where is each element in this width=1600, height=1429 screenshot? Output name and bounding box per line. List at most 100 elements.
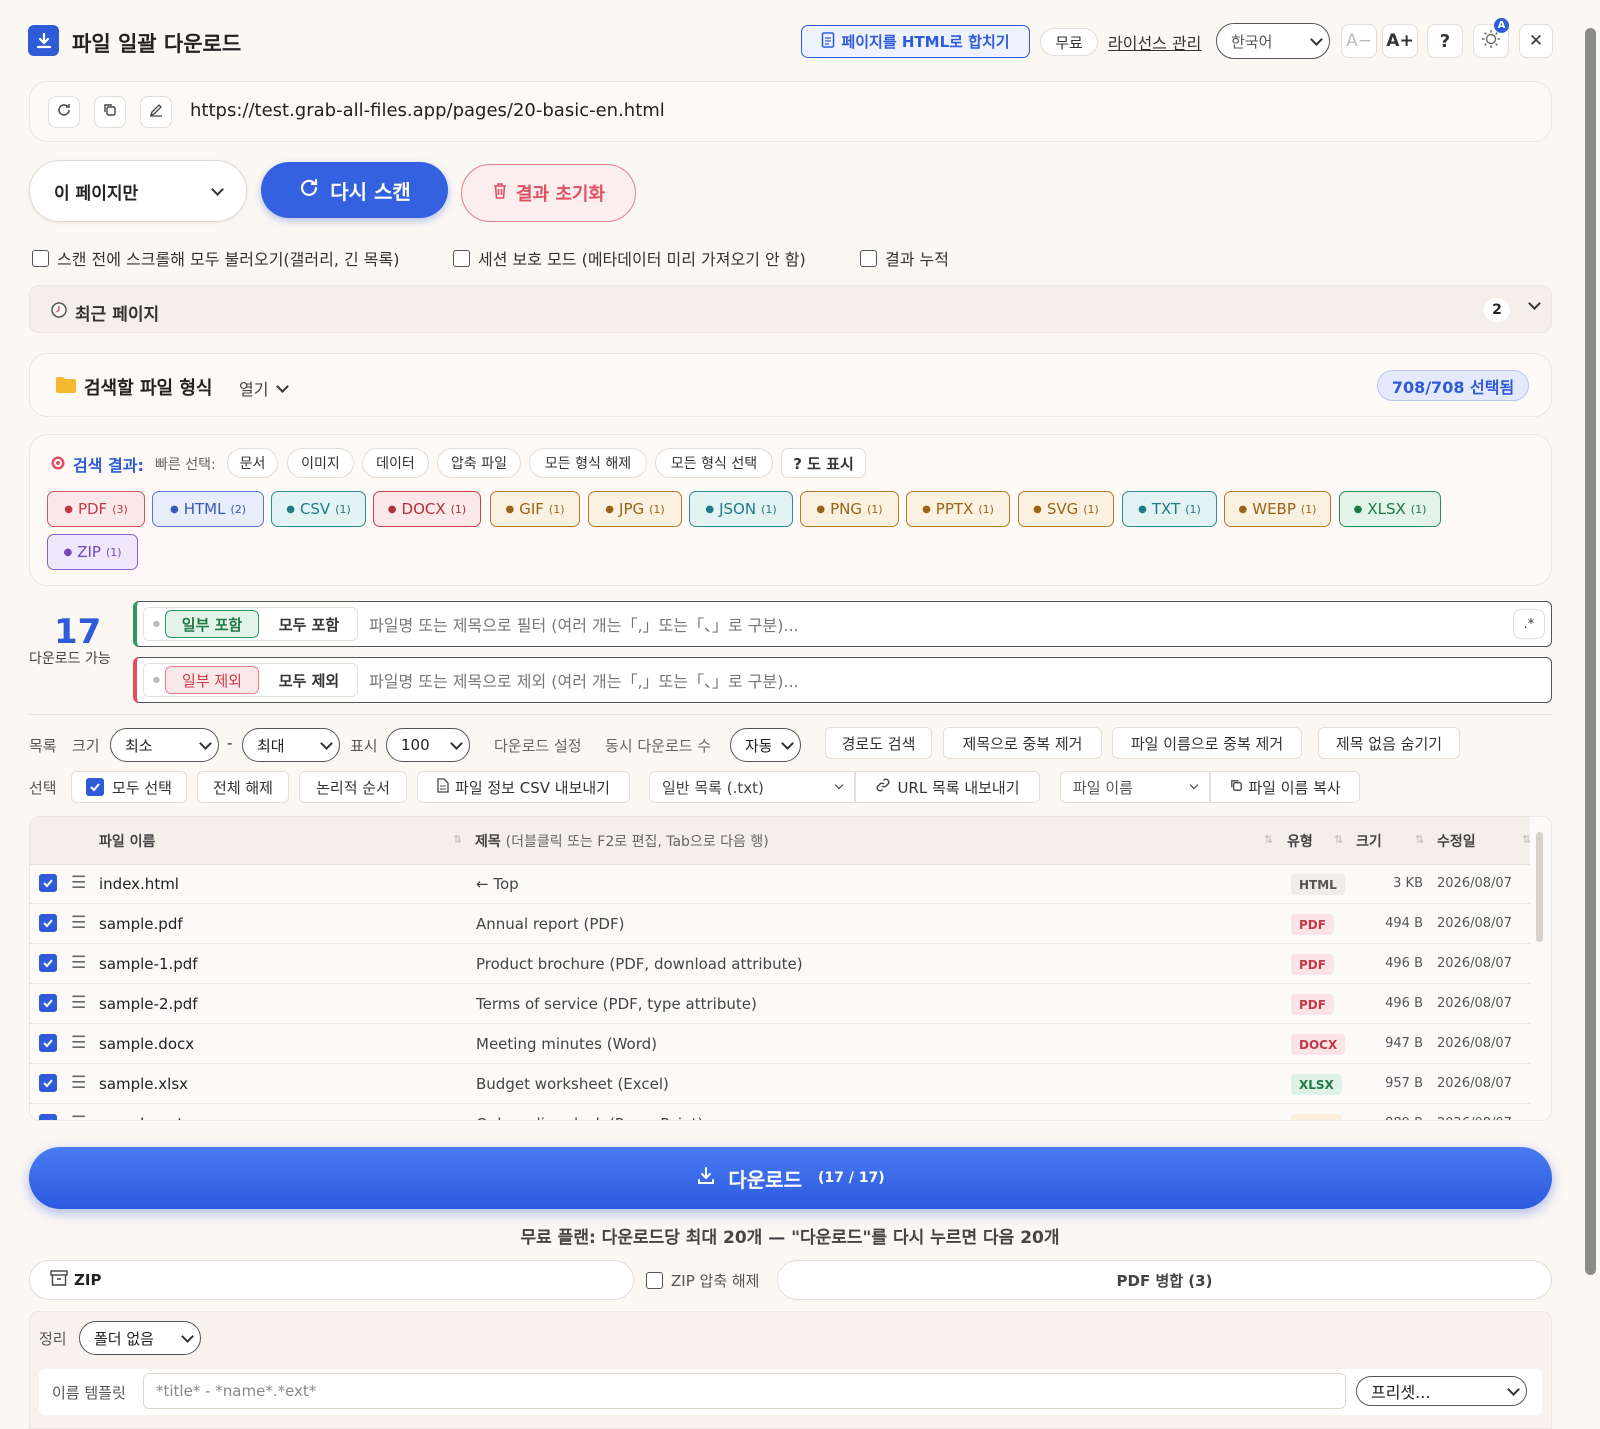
type-tag-pdf[interactable]: ● PDF (3) — [47, 491, 145, 527]
col-modified[interactable]: 수정일 — [1437, 831, 1476, 851]
checkbox[interactable] — [32, 249, 49, 267]
help-button[interactable]: ? — [1427, 24, 1463, 58]
type-tag-gif[interactable]: ● GIF (1) — [490, 491, 580, 527]
drag-handle-icon[interactable]: ☰ — [71, 1113, 86, 1120]
regex-toggle-button[interactable]: .* — [1513, 609, 1545, 639]
table-row[interactable]: ☰ sample.xlsx Budget worksheet (Excel) XLSX… — [30, 1064, 1530, 1104]
sort-icon[interactable]: ⇅ — [1264, 833, 1273, 846]
rescan-button[interactable]: 다시 스캔 — [261, 162, 448, 218]
min-size-select[interactable]: 최소 — [110, 728, 219, 762]
checkbox[interactable] — [646, 1272, 663, 1289]
quick-archives[interactable]: 압축 파일 — [437, 448, 521, 478]
table-row[interactable]: ☰ sample-2.pdf Terms of service (PDF, type… — [30, 984, 1530, 1024]
type-tag-png[interactable]: ● PNG (1) — [800, 491, 899, 527]
file-title[interactable]: Budget worksheet (Excel) — [476, 1075, 669, 1093]
col-title[interactable]: 제목 (더블클릭 또는 F2로 편집, Tab으로 다음 행) — [475, 831, 769, 851]
file-title[interactable]: Annual report (PDF) — [476, 915, 624, 933]
show-count-select[interactable]: 100 — [386, 728, 470, 762]
session-protect-option[interactable]: 세션 보호 모드 (메타데이터 미리 가져오기 안 함) — [453, 246, 806, 270]
table-row[interactable]: ☰ sample.pptx Onboarding deck (PowerPoint)… — [30, 1104, 1530, 1120]
file-title[interactable]: Onboarding deck (PowerPoint) — [476, 1115, 703, 1120]
type-tag-json[interactable]: ● JSON (1) — [689, 491, 793, 527]
row-checkbox[interactable] — [39, 994, 57, 1012]
quick-data[interactable]: 데이터 — [362, 448, 429, 478]
url-export-button[interactable]: URL 목록 내보내기 — [855, 771, 1040, 803]
checkbox[interactable] — [453, 249, 470, 267]
table-row[interactable]: ☰ sample.pdf Annual report (PDF) PDF 494 B 20… — [30, 904, 1530, 944]
col-filename[interactable]: 파일 이름 — [99, 831, 155, 851]
language-select[interactable]: 한국어 — [1216, 23, 1330, 59]
edit-url-button[interactable] — [140, 96, 172, 128]
concurrent-select[interactable]: 자동 — [730, 728, 801, 762]
reset-results-button[interactable]: 결과 초기화 — [461, 164, 636, 222]
merge-html-button[interactable]: 페이지를 HTML로 합치기 — [801, 25, 1030, 58]
zip-button[interactable]: ZIP — [29, 1260, 634, 1300]
col-size[interactable]: 크기 — [1356, 831, 1382, 851]
drag-handle-icon[interactable]: ☰ — [71, 953, 86, 973]
template-input[interactable]: *title* - *name*.*ext* — [143, 1373, 1346, 1409]
row-checkbox[interactable] — [39, 954, 57, 972]
chevron-down-icon[interactable] — [1528, 297, 1541, 310]
type-tag-docx[interactable]: ● DOCX (1) — [373, 491, 481, 527]
quick-documents[interactable]: 문서 — [227, 448, 278, 478]
scope-select[interactable]: 이 페이지만 — [29, 160, 247, 222]
recent-pages-bar[interactable] — [29, 285, 1552, 333]
checkbox[interactable] — [860, 249, 877, 267]
max-size-select[interactable]: 최대 — [242, 728, 340, 762]
sort-icon[interactable]: ⇅ — [1522, 833, 1531, 846]
row-checkbox[interactable] — [39, 1034, 57, 1052]
type-tag-pptx[interactable]: ● PPTX (1) — [906, 491, 1010, 527]
list-format-select[interactable]: 일반 목록 (.txt) — [649, 771, 855, 803]
logical-order-button[interactable]: 논리적 순서 — [299, 771, 407, 803]
row-checkbox[interactable] — [39, 1074, 57, 1092]
include-all-button[interactable]: 모두 포함 — [265, 610, 353, 638]
quick-show-unknown[interactable]: ? 도 표시 — [781, 448, 866, 478]
row-checkbox[interactable] — [39, 1114, 57, 1120]
row-checkbox[interactable] — [39, 914, 57, 932]
file-title[interactable]: ← Top — [476, 875, 519, 893]
type-tag-html[interactable]: ● HTML (2) — [152, 491, 264, 527]
type-tag-webp[interactable]: ● WEBP (1) — [1224, 491, 1331, 527]
file-title[interactable]: Product brochure (PDF, download attribut… — [476, 955, 803, 973]
csv-export-button[interactable]: 파일 정보 CSV 내보내기 — [417, 771, 630, 803]
exclude-filter-input[interactable]: 파일명 또는 제목으로 제외 (여러 개는「,」또는「、」로 구분)... — [369, 668, 1489, 692]
sort-icon[interactable]: ⇅ — [1334, 833, 1343, 846]
table-row[interactable]: ☰ index.html ← Top HTML 3 KB 2026/08/07 — [30, 864, 1530, 904]
col-type[interactable]: 유형 — [1287, 831, 1313, 851]
drag-handle-icon[interactable]: ☰ — [71, 993, 86, 1013]
copy-names-button[interactable]: 파일 이름 복사 — [1210, 771, 1360, 803]
exclude-partial-button[interactable]: 일부 제외 — [165, 666, 259, 694]
drag-handle-icon[interactable]: ☰ — [71, 1033, 86, 1053]
copy-url-button[interactable] — [94, 96, 126, 128]
hide-untitled-button[interactable]: 제목 없음 숨기기 — [1318, 727, 1460, 759]
pdf-merge-button[interactable]: PDF 병합 (3) — [777, 1260, 1552, 1300]
exclude-all-button[interactable]: 모두 제외 — [265, 666, 353, 694]
drag-handle-icon[interactable]: ☰ — [71, 873, 86, 893]
quick-deselect-all[interactable]: 모든 형식 해제 — [529, 448, 647, 478]
folder-select[interactable]: 폴더 없음 — [79, 1321, 201, 1355]
file-title[interactable]: Terms of service (PDF, type attribute) — [476, 995, 757, 1013]
type-tag-jpg[interactable]: ● JPG (1) — [588, 491, 682, 527]
include-partial-button[interactable]: 일부 포함 — [165, 610, 259, 638]
table-scrollbar[interactable] — [1536, 832, 1543, 942]
include-filter-input[interactable]: 파일명 또는 제목으로 필터 (여러 개는「,」또는「、」로 구분)... — [369, 612, 1489, 636]
deselect-all-button[interactable]: 전체 해제 — [197, 771, 289, 803]
sort-icon[interactable]: ⇅ — [1415, 833, 1424, 846]
copy-format-select[interactable]: 파일 이름 — [1060, 771, 1210, 803]
close-button[interactable]: ✕ — [1519, 24, 1553, 58]
url-text[interactable]: https://test.grab-all-files.app/pages/20… — [190, 100, 665, 121]
type-tag-svg[interactable]: ● SVG (1) — [1018, 491, 1114, 527]
type-tag-txt[interactable]: ● TXT (1) — [1122, 491, 1217, 527]
file-types-toggle[interactable]: 열기 — [239, 376, 290, 400]
license-link[interactable]: 라이선스 관리 — [1108, 30, 1201, 54]
drag-handle-icon[interactable]: ☰ — [71, 913, 86, 933]
scroll-load-option[interactable]: 스캔 전에 스크롤해 모두 불러오기(갤러리, 긴 목록) — [32, 246, 400, 270]
font-decrease-button[interactable]: A− — [1341, 24, 1377, 58]
quick-images[interactable]: 이미지 — [287, 448, 354, 478]
preset-select[interactable]: 프리셋... — [1356, 1376, 1527, 1406]
row-checkbox[interactable] — [39, 874, 57, 892]
select-all-button[interactable]: 모두 선택 — [71, 771, 187, 803]
type-tag-xlsx[interactable]: ● XLSX (1) — [1339, 491, 1441, 527]
table-row[interactable]: ☰ sample.docx Meeting minutes (Word) DOCX 94… — [30, 1024, 1530, 1064]
drag-handle-icon[interactable]: ☰ — [71, 1073, 86, 1093]
